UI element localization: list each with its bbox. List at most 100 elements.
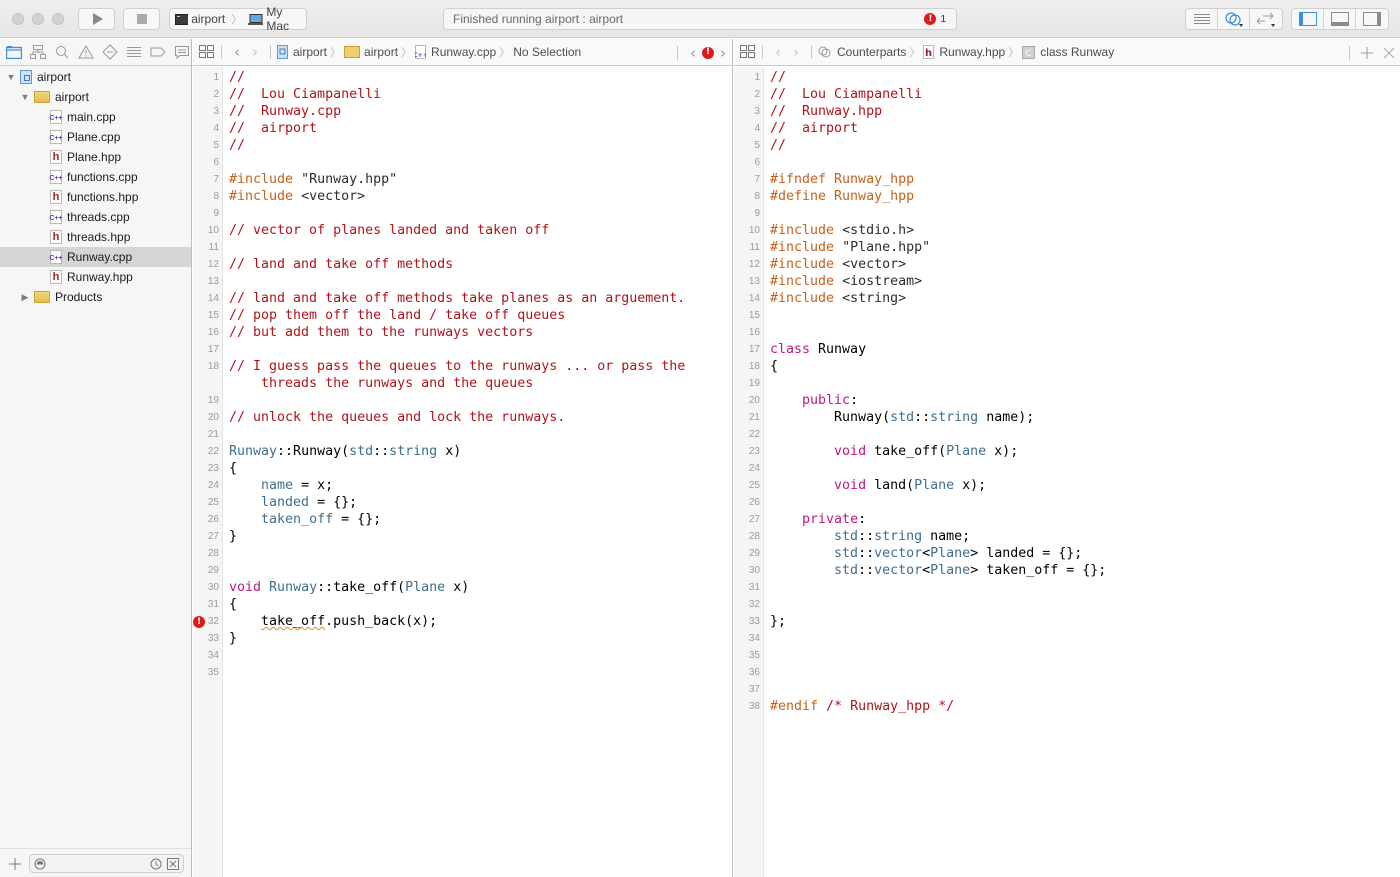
tab-issue-navigator[interactable]: [77, 43, 95, 61]
destination-name[interactable]: My Mac: [266, 5, 306, 33]
recent-files-clock-icon[interactable]: [150, 858, 162, 870]
add-icon[interactable]: [8, 857, 22, 871]
source-control-filter-icon[interactable]: [167, 858, 179, 870]
code-token: // airport: [229, 121, 318, 136]
toggle-debug-area-button[interactable]: [1324, 9, 1356, 29]
code-token: string: [389, 444, 438, 459]
close-assistant-icon[interactable]: [1382, 46, 1396, 60]
tab-breakpoint-navigator[interactable]: [149, 43, 167, 61]
code-token: // land and take off methods: [229, 257, 454, 272]
tree-item[interactable]: ▼ airport: [0, 87, 191, 107]
issue-indicator[interactable]: ! 1: [924, 13, 946, 25]
line-number: 8: [213, 191, 219, 202]
tab-project-navigator[interactable]: [5, 43, 23, 61]
jump-bar-file[interactable]: Runway.cpp: [431, 45, 496, 59]
jump-bar-symbol[interactable]: class Runway: [1040, 45, 1114, 59]
code-text: #include <stdio.h>: [770, 222, 914, 239]
jump-bar-group[interactable]: airport: [364, 45, 398, 59]
jump-bar-project[interactable]: airport: [293, 45, 327, 59]
code-text: // land and take off methods take planes…: [229, 290, 685, 307]
code-line: 13 #include <iostream>: [734, 273, 1400, 290]
code-token: void: [229, 580, 262, 595]
back-arrow-icon[interactable]: ‹: [228, 43, 246, 61]
header-file-icon: h: [50, 270, 62, 284]
tree-item[interactable]: h functions.hpp: [0, 187, 191, 207]
related-items-icon[interactable]: [740, 45, 756, 59]
code-token: #include: [770, 240, 843, 255]
code-token: void: [834, 444, 867, 459]
error-icon[interactable]: !: [702, 46, 714, 59]
code-line: 21: [193, 426, 732, 443]
line-number: 25: [207, 497, 219, 508]
code-line: 36: [734, 664, 1400, 681]
tree-item[interactable]: ▶ Products: [0, 287, 191, 307]
source-code-runway-hpp[interactable]: 1 // 2 // Lou Ciampanelli 3 // Runway.hpp 4 // …: [734, 67, 1400, 877]
tab-find-navigator[interactable]: [53, 43, 71, 61]
code-line: 9: [193, 205, 732, 222]
disclosure-collapsed-icon[interactable]: ▶: [20, 292, 30, 303]
disclosure-expanded-icon[interactable]: ▼: [6, 72, 16, 82]
code-text: }: [229, 630, 237, 647]
scheme-name[interactable]: airport: [191, 12, 225, 26]
cpp-file-icon: C++: [49, 110, 63, 124]
version-editor-button[interactable]: [1250, 9, 1282, 29]
folder-icon: [6, 46, 22, 59]
code-text: //: [229, 137, 245, 154]
tab-symbol-navigator[interactable]: [29, 43, 47, 61]
assistant-editor-button[interactable]: [1218, 9, 1250, 29]
forward-arrow-icon[interactable]: ›: [787, 43, 805, 61]
code-token: std: [349, 444, 374, 459]
toggle-navigator-button[interactable]: [1292, 9, 1324, 29]
add-assistant-icon[interactable]: [1360, 46, 1374, 60]
tree-item[interactable]: h Runway.hpp: [0, 267, 191, 287]
code-token: Runway: [229, 444, 278, 459]
source-code-runway-cpp[interactable]: 1 // 2 // Lou Ciampanelli 3 // Runway.cpp 4 // …: [193, 67, 732, 877]
code-token: public: [802, 393, 851, 408]
tree-item-label: airport: [55, 90, 90, 104]
chevron-right-icon: 〉: [1008, 47, 1020, 59]
toggle-utilities-button[interactable]: [1356, 9, 1388, 29]
close-window-button[interactable]: [12, 13, 24, 25]
tab-test-navigator[interactable]: [101, 43, 119, 61]
disclosure-expanded-icon[interactable]: ▼: [20, 92, 30, 102]
tree-item[interactable]: h Plane.hpp: [0, 147, 191, 167]
next-issue-icon[interactable]: ›: [714, 44, 732, 62]
forward-arrow-icon[interactable]: ›: [246, 43, 264, 61]
tree-item[interactable]: ▼ airport: [0, 67, 191, 87]
test-diamond-icon: [102, 44, 118, 60]
related-items-icon[interactable]: [199, 45, 215, 59]
standard-editor-button[interactable]: [1186, 9, 1218, 29]
run-button[interactable]: [78, 8, 115, 30]
stop-button[interactable]: [123, 8, 160, 30]
code-token: std: [834, 563, 859, 578]
line-number: 12: [207, 259, 219, 270]
tree-item[interactable]: C++ threads.cpp: [0, 207, 191, 227]
code-text: #endif /* Runway_hpp */: [770, 698, 954, 715]
tree-item[interactable]: C++ functions.cpp: [0, 167, 191, 187]
tab-debug-navigator[interactable]: [125, 43, 143, 61]
zoom-window-button[interactable]: [52, 13, 64, 25]
line-number: 16: [748, 327, 760, 338]
previous-issue-icon[interactable]: ‹: [684, 44, 702, 62]
tree-item[interactable]: h threads.hpp: [0, 227, 191, 247]
code-text: #include <string>: [770, 290, 906, 307]
tab-report-navigator[interactable]: [173, 43, 191, 61]
scheme-selector[interactable]: airport 〉 My Mac: [169, 5, 307, 33]
chevron-right-icon: 〉: [231, 14, 243, 26]
error-marker-icon[interactable]: !: [193, 616, 205, 628]
code-text: // vector of planes landed and taken off: [229, 222, 549, 239]
jump-bar-file[interactable]: Runway.hpp: [939, 45, 1005, 59]
line-number: 24: [207, 480, 219, 491]
code-token: #define Runway_hpp: [770, 189, 915, 204]
header-file-icon: h: [923, 45, 935, 59]
jump-bar-selection[interactable]: No Selection: [513, 45, 581, 59]
tree-item[interactable]: C++ Runway.cpp: [0, 247, 191, 267]
jump-bar-mode[interactable]: Counterparts: [837, 45, 906, 59]
debug-lines-icon: [127, 47, 141, 57]
minimize-window-button[interactable]: [32, 13, 44, 25]
code-line: 21 Runway(std::string name);: [734, 409, 1400, 426]
back-arrow-icon[interactable]: ‹: [769, 43, 787, 61]
tree-item[interactable]: C++ main.cpp: [0, 107, 191, 127]
filter-input[interactable]: [29, 854, 184, 873]
tree-item[interactable]: C++ Plane.cpp: [0, 127, 191, 147]
